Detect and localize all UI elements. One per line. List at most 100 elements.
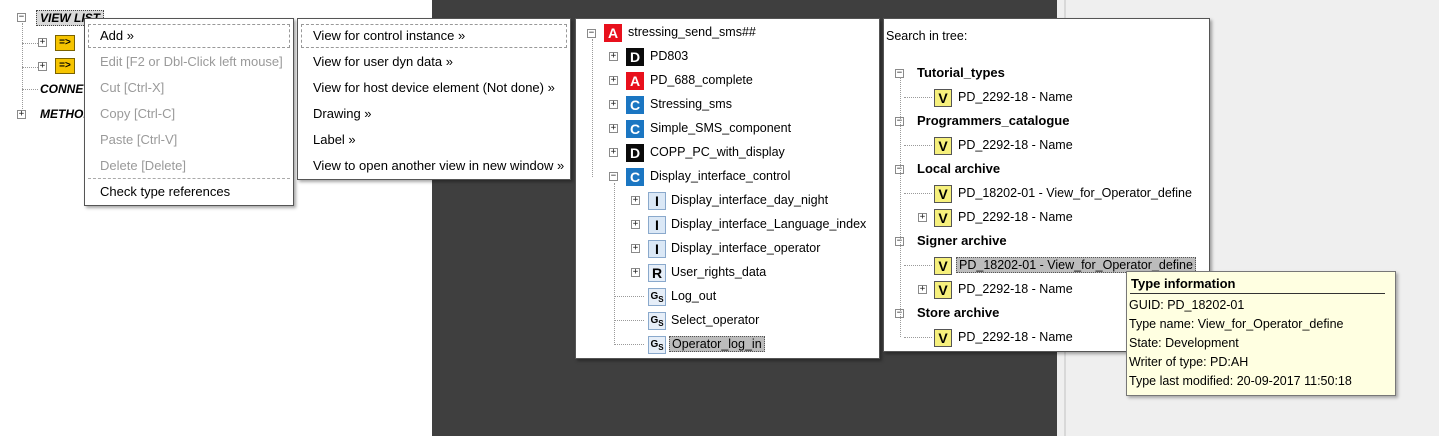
expand-icon[interactable]: + xyxy=(609,148,618,157)
expand-icon[interactable]: + xyxy=(631,244,640,253)
tree-node-label[interactable]: Display_interface_Language_index xyxy=(671,217,866,231)
tree-node-label[interactable]: Display_interface_control xyxy=(650,169,790,183)
tree-line xyxy=(904,145,932,146)
expand-icon[interactable]: + xyxy=(609,52,618,61)
menu-separator xyxy=(88,178,290,179)
tree-line xyxy=(592,39,593,177)
tree-node-label[interactable]: PD_688_complete xyxy=(650,73,753,87)
view-type-icon: V xyxy=(934,185,952,203)
collapse-icon[interactable]: − xyxy=(609,172,618,181)
type-item-label[interactable]: PD_2292-18 - Name xyxy=(958,210,1073,224)
expand-icon[interactable]: + xyxy=(918,213,927,222)
expand-icon[interactable]: + xyxy=(631,268,640,277)
tooltip-guid: GUID: PD_18202-01 xyxy=(1129,298,1245,312)
menu-item-copy[interactable]: Copy [Ctrl-C] xyxy=(88,102,290,126)
component-type-icon: C xyxy=(626,120,644,138)
tooltip-last-modified: Type last modified: 20-09-2017 11:50:18 xyxy=(1129,374,1352,388)
tree-line xyxy=(614,296,644,297)
collapse-icon[interactable]: − xyxy=(17,13,26,22)
menu-item-cut[interactable]: Cut [Ctrl-X] xyxy=(88,76,290,100)
expand-icon[interactable]: + xyxy=(38,38,47,47)
submenu-item-label[interactable]: Label » xyxy=(301,128,567,152)
group-label[interactable]: Store archive xyxy=(917,305,999,320)
tooltip-writer: Writer of type: PD:AH xyxy=(1129,355,1249,369)
tree-line xyxy=(22,43,38,44)
view-type-icon: V xyxy=(934,137,952,155)
group-label[interactable]: Programmers_catalogue xyxy=(917,113,1069,128)
expand-icon[interactable]: + xyxy=(918,285,927,294)
tree-node-label[interactable]: Simple_SMS_component xyxy=(650,121,791,135)
expand-icon[interactable]: + xyxy=(38,62,47,71)
expand-icon[interactable]: + xyxy=(17,110,26,119)
tree-node-label[interactable]: COPP_PC_with_display xyxy=(650,145,785,159)
type-item-label[interactable]: PD_2292-18 - Name xyxy=(958,138,1073,152)
menu-item-delete[interactable]: Delete [Delete] xyxy=(88,154,290,178)
submenu-item-view-control-instance[interactable]: View for control instance » xyxy=(301,24,567,48)
view-type-icon: V xyxy=(934,89,952,107)
menu-item-check-type-references[interactable]: Check type references xyxy=(88,180,290,204)
tree-node-label[interactable]: Display_interface_operator xyxy=(671,241,820,255)
type-item-label[interactable]: PD_18202-01 - View_for_Operator_define xyxy=(958,186,1192,200)
context-menu: Add » Edit [F2 or Dbl-Click left mouse] … xyxy=(84,18,294,206)
tooltip-title: Type information xyxy=(1131,276,1236,291)
tooltip-type-name: Type name: View_for_Operator_define xyxy=(1129,317,1344,331)
menu-item-add[interactable]: Add » xyxy=(88,24,290,48)
application-type-icon: A xyxy=(604,24,622,42)
tree-line xyxy=(22,67,38,68)
menu-item-edit[interactable]: Edit [F2 or Dbl-Click left mouse] xyxy=(88,50,290,74)
type-item-label[interactable]: PD_2292-18 - Name xyxy=(958,282,1073,296)
tooltip-divider xyxy=(1130,293,1385,294)
group-label[interactable]: Tutorial_types xyxy=(917,65,1005,80)
collapse-icon[interactable]: − xyxy=(587,29,596,38)
submenu-item-view-new-window[interactable]: View to open another view in new window … xyxy=(301,154,567,178)
submenu-item-view-user-dyn-data[interactable]: View for user dyn data » xyxy=(301,50,567,74)
interface-type-icon: I xyxy=(648,240,666,258)
tree-node-label[interactable]: Select_operator xyxy=(671,313,759,327)
view-type-icon: V xyxy=(934,257,952,275)
tree-line xyxy=(904,337,932,338)
expand-icon[interactable]: + xyxy=(609,76,618,85)
tree-node-label[interactable]: PD803 xyxy=(650,49,688,63)
expand-icon[interactable]: + xyxy=(609,124,618,133)
tree-node-label[interactable]: User_rights_data xyxy=(671,265,766,279)
group-label[interactable]: Signer archive xyxy=(917,233,1007,248)
type-info-tooltip: Type information GUID: PD_18202-01 Type … xyxy=(1126,271,1396,396)
tree-node-label[interactable]: Stressing_sms xyxy=(650,97,732,111)
expand-icon[interactable]: + xyxy=(631,196,640,205)
tree-line xyxy=(904,193,932,194)
tree-line xyxy=(904,265,932,266)
type-item-label[interactable]: PD_2292-18 - Name xyxy=(958,330,1073,344)
view-type-icon: V xyxy=(934,329,952,347)
group-label[interactable]: Local archive xyxy=(917,161,1000,176)
gs-type-icon: GS xyxy=(648,312,666,330)
expand-icon[interactable]: + xyxy=(631,220,640,229)
tooltip-state: State: Development xyxy=(1129,336,1239,350)
view-arrow-icon: => xyxy=(55,35,75,51)
tree-node-label-selected[interactable]: Operator_log_in xyxy=(669,336,765,352)
gs-type-icon: GS xyxy=(648,288,666,306)
expand-icon[interactable]: + xyxy=(609,100,618,109)
view-type-icon: V xyxy=(934,209,952,227)
tree-line xyxy=(614,320,644,321)
tree-line xyxy=(904,97,932,98)
type-item-label[interactable]: PD_2292-18 - Name xyxy=(958,90,1073,104)
tree-node-label[interactable]: Display_interface_day_night xyxy=(671,193,828,207)
search-label: Search in tree: xyxy=(886,29,968,43)
tree-line xyxy=(900,77,901,337)
instance-tree-panel: − A stressing_send_sms## + D PD803 + A P… xyxy=(575,18,880,359)
tree-line xyxy=(22,89,38,90)
device-type-icon: D xyxy=(626,48,644,66)
tree-root-label[interactable]: stressing_send_sms## xyxy=(628,25,756,39)
device-type-icon: D xyxy=(626,144,644,162)
tree-node-label[interactable]: Log_out xyxy=(671,289,716,303)
application-type-icon: A xyxy=(626,72,644,90)
interface-type-icon: I xyxy=(648,192,666,210)
tree-line xyxy=(614,344,644,345)
tree-line xyxy=(22,23,23,115)
view-arrow-icon: => xyxy=(55,58,75,74)
record-type-icon: R xyxy=(648,264,666,282)
submenu-item-view-host-device[interactable]: View for host device element (Not done) … xyxy=(301,76,567,100)
menu-item-paste[interactable]: Paste [Ctrl-V] xyxy=(88,128,290,152)
submenu-item-drawing[interactable]: Drawing » xyxy=(301,102,567,126)
interface-type-icon: I xyxy=(648,216,666,234)
